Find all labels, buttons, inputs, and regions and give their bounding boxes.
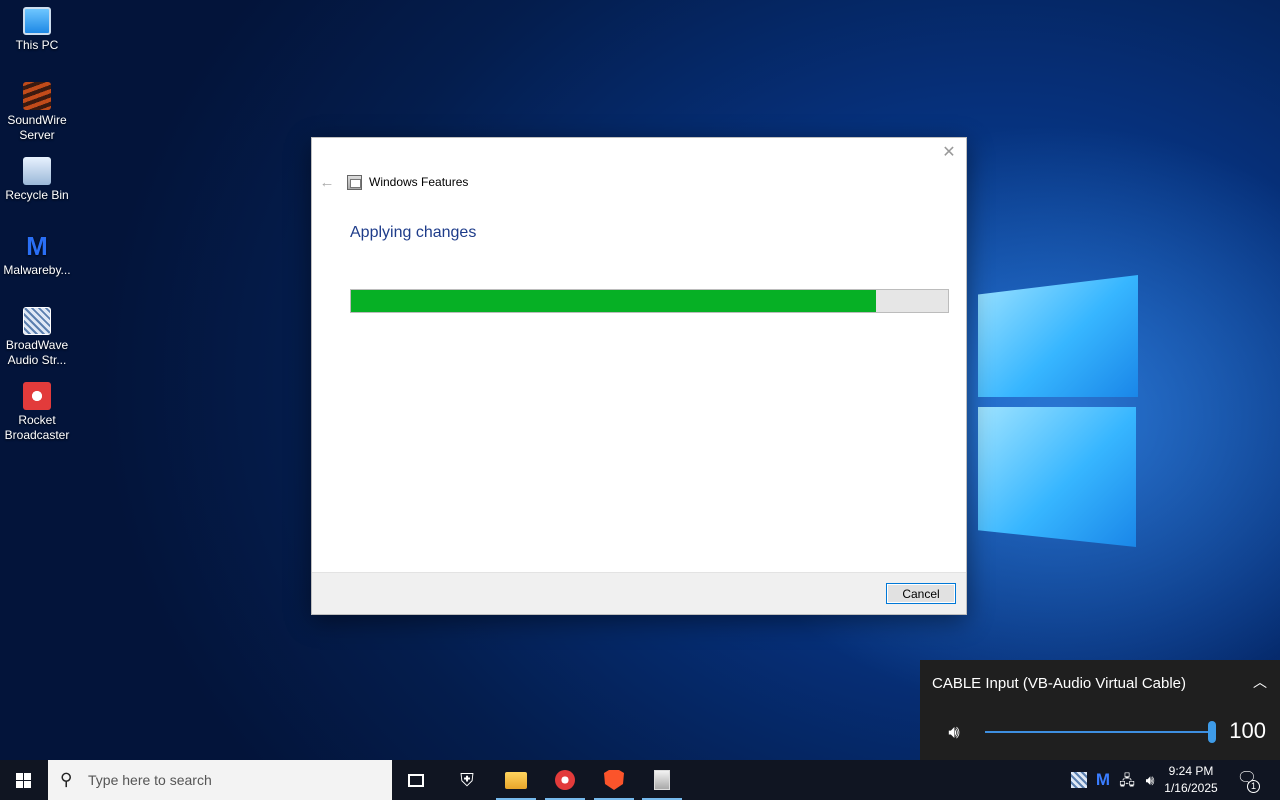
volume-flyout: CABLE Input (VB-Audio Virtual Cable) ︿ 🔊…: [920, 660, 1280, 760]
search-icon: ⚲: [60, 770, 73, 789]
logo-pane-bottom: [978, 407, 1136, 547]
volume-slider-track[interactable]: [985, 731, 1212, 733]
task-view-icon: [408, 773, 424, 787]
dialog-footer: Cancel: [312, 572, 966, 614]
taskbar-rocket-broadcaster[interactable]: [541, 760, 589, 800]
taskbar-task-view[interactable]: [392, 760, 440, 800]
broadwave-icon: [23, 307, 51, 335]
shield-icon: ⛨: [460, 770, 474, 790]
desktop-icon-label: BroadWave Audio Str...: [5, 338, 69, 367]
desktop-icon-label: SoundWire Server: [7, 113, 67, 142]
desktop-icon-broadwave[interactable]: BroadWave Audio Str...: [0, 307, 74, 368]
desktop-icon-recycle-bin[interactable]: Recycle Bin: [0, 157, 74, 203]
status-heading: Applying changes: [350, 224, 477, 241]
chevron-up-icon[interactable]: ︿: [1252, 672, 1268, 692]
taskbar-brave-browser[interactable]: [590, 760, 638, 800]
desktop-icon-label: Recycle Bin: [5, 188, 69, 202]
desktop-icon-malwarebytes[interactable]: M Malwareby...: [0, 232, 74, 278]
progress-bar: [350, 289, 949, 313]
taskbar-windows-security[interactable]: ⛨: [443, 760, 491, 800]
taskbar-windows-features[interactable]: [638, 760, 686, 800]
taskbar-file-explorer[interactable]: [492, 760, 540, 800]
search-box[interactable]: ⚲ Type here to search: [48, 760, 392, 800]
desktop-icon-label: This PC: [15, 38, 59, 52]
dialog-title: Windows Features: [369, 175, 469, 189]
network-icon[interactable]: 🖧︎: [1117, 770, 1137, 790]
volume-slider-fill: [985, 731, 1212, 733]
windows-logo-wallpaper: [975, 255, 1145, 555]
computer-icon: [23, 7, 51, 35]
close-button[interactable]: ✕: [940, 144, 958, 162]
clock-date: 1/16/2025: [1164, 781, 1218, 795]
rocket-broadcaster-icon: [23, 382, 51, 410]
logo-pane-top: [978, 275, 1138, 397]
malwarebytes-tray-icon[interactable]: M: [1093, 770, 1113, 790]
action-center-button[interactable]: 🗨︎ 1: [1234, 768, 1260, 793]
windows-features-icon: [654, 770, 670, 790]
volume-slider-thumb[interactable]: [1208, 721, 1216, 743]
volume-icon[interactable]: 🔊︎: [1140, 770, 1160, 790]
speaker-icon[interactable]: 🔊︎: [942, 722, 966, 743]
malwarebytes-icon: M: [26, 231, 48, 261]
windows-features-icon: [347, 175, 362, 190]
cancel-button[interactable]: Cancel: [886, 583, 956, 604]
start-button[interactable]: [0, 760, 48, 800]
search-placeholder: Type here to search: [88, 772, 212, 788]
desktop-icon-rocket-broadcaster[interactable]: Rocket Broadcaster: [0, 382, 74, 443]
recycle-bin-icon: [23, 157, 51, 185]
taskbar: ⚲ Type here to search ⛨ M 🖧︎ 🔊︎ 9:24 PM …: [0, 760, 1280, 800]
back-arrow-icon: ←: [319, 174, 335, 191]
rocket-broadcaster-icon: [555, 770, 575, 790]
progress-fill: [351, 290, 877, 312]
windows-features-dialog: ✕ ← Windows Features Applying changes Ca…: [311, 137, 967, 615]
clock-time: 9:24 PM: [1168, 764, 1214, 778]
volume-level: 100: [1229, 718, 1266, 743]
clock[interactable]: 9:24 PM 1/16/2025: [1160, 763, 1222, 797]
folder-icon: [505, 771, 527, 789]
desktop-icon-label: Rocket Broadcaster: [4, 413, 70, 442]
brave-lion-icon: [604, 770, 624, 790]
soundwire-icon: [23, 82, 51, 110]
windows-start-icon: [16, 773, 32, 789]
audio-device-name[interactable]: CABLE Input (VB-Audio Virtual Cable): [932, 675, 1186, 692]
desktop-icon-label: Malwareby...: [3, 263, 71, 277]
desktop-icon-this-pc[interactable]: This PC: [0, 7, 74, 53]
broadwave-tray-icon[interactable]: [1071, 772, 1087, 788]
desktop-icon-soundwire[interactable]: SoundWire Server: [0, 82, 74, 143]
notification-count: 1: [1247, 780, 1260, 793]
